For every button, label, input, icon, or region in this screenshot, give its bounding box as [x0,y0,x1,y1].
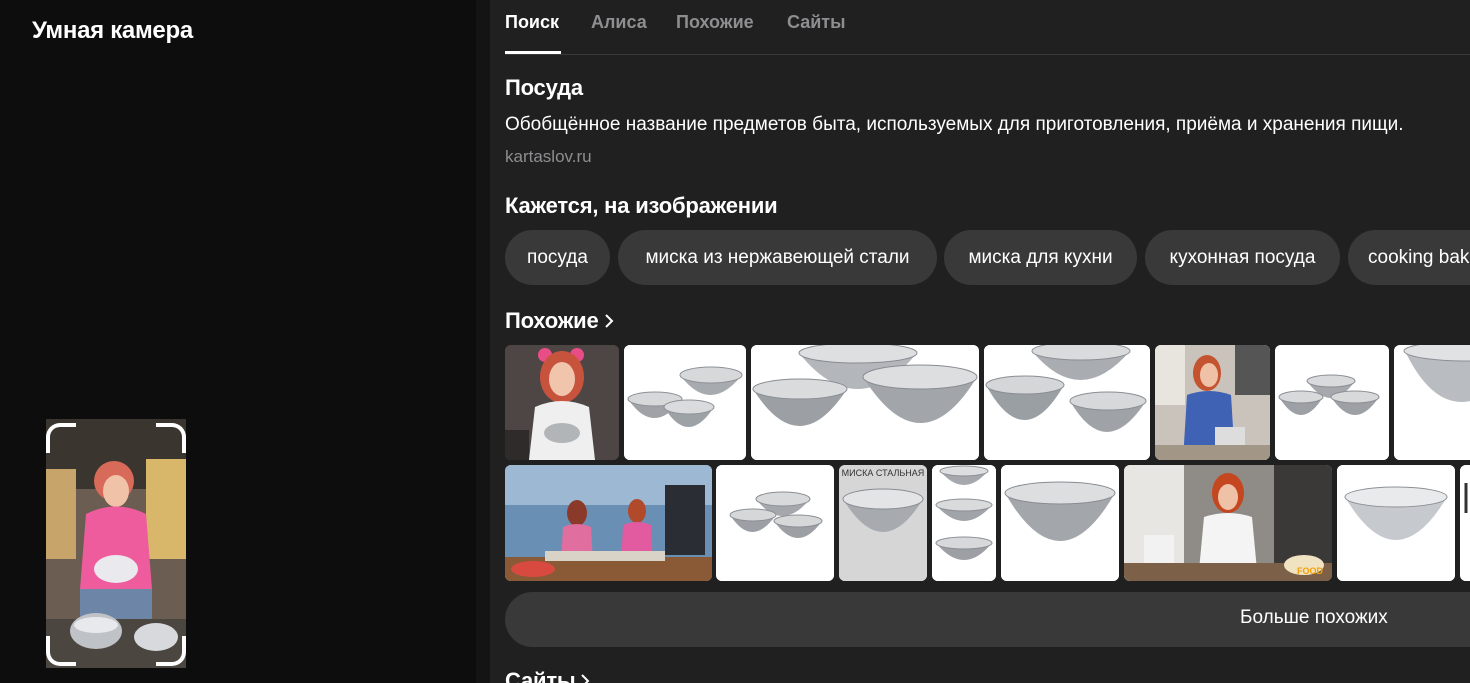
similar-image-girl-kitchen[interactable] [505,345,619,460]
similar-image-bowls-set-4[interactable] [1275,345,1389,460]
tab-alice[interactable]: Алиса [591,12,647,33]
bowl-image [839,465,927,581]
similar-image-bowls-stack[interactable] [932,465,996,581]
chip-cookware[interactable]: кухонная посуда [1145,230,1340,285]
camera-pane: Умная камера [0,0,476,683]
bowl-image [1001,465,1119,581]
similar-image-bowls-set-1[interactable] [624,345,746,460]
similar-image-bowl-steel-caption[interactable]: МИСКА СТАЛЬНАЯ [839,465,927,581]
similar-image-partial[interactable] [1460,465,1470,581]
thumb-badge: FOOD [1297,566,1323,576]
more-similar-button[interactable]: Больше похожих [505,592,1470,647]
photo-image [505,465,712,581]
tab-bar: Поиск Алиса Похожие Сайты [505,0,1470,55]
bowl-image [716,465,834,581]
definition-source-link[interactable]: kartaslov.ru [505,147,592,167]
bowl-image [1337,465,1455,581]
active-tab-indicator [505,51,561,54]
similar-title: Похожие [505,308,599,333]
sites-title: Сайты [505,668,576,683]
similar-image-single-bowl[interactable] [1001,465,1119,581]
preview-image [46,419,186,668]
definition-text: Обобщённое название предметов быта, испо… [505,114,1404,135]
similar-image-tv-kitchen-show[interactable] [505,465,712,581]
similar-image-glass-bowl[interactable] [1337,465,1455,581]
detected-title: Кажется, на изображении [505,193,778,218]
definition-title: Посуда [505,75,583,100]
bowl-image [984,345,1150,460]
photo-image [505,345,619,460]
chip-posuda[interactable]: посуда [505,230,610,285]
pane-divider [476,0,490,683]
bowl-image [1275,345,1389,460]
sites-section-link[interactable]: Сайты [505,668,590,683]
chip-stainless-bowl[interactable]: миска из нержавеющей стали [618,230,937,285]
tab-search[interactable]: Поиск [505,12,559,33]
tab-sites[interactable]: Сайты [787,12,845,33]
bowl-image [624,345,746,460]
crop-corner-bottom-right[interactable] [156,636,186,666]
photo-image [1155,345,1270,460]
similar-image-bowls-set-3[interactable] [984,345,1150,460]
camera-preview-crop[interactable] [46,419,186,668]
chevron-right-icon [581,674,590,683]
more-similar-label: Больше похожих [1240,607,1388,628]
thumb-caption: МИСКА СТАЛЬНАЯ [841,468,925,478]
similar-image-bowls-set-2[interactable] [751,345,979,460]
bowl-image [932,465,996,581]
chip-cooking-bak[interactable]: cooking bak [1348,230,1470,285]
results-panel: Поиск Алиса Похожие Сайты Посуда Обобщён… [490,0,1470,683]
similar-section-link[interactable]: Похожие [505,308,614,334]
app-title: Умная камера [32,17,193,44]
similar-image-woman-cooking[interactable]: FOOD [1124,465,1332,581]
chip-kitchen-bowl[interactable]: миска для кухни [944,230,1137,285]
crop-corner-top-left[interactable] [46,423,76,453]
photo-image [1124,465,1332,581]
bowl-image [1460,465,1470,581]
crop-corner-top-right[interactable] [156,423,186,453]
similar-image-bowls-set-5[interactable] [716,465,834,581]
tab-similar[interactable]: Похожие [676,12,754,33]
similar-image-woman-kitchen[interactable] [1155,345,1270,460]
bowl-image [1394,345,1470,460]
bowl-image [751,345,979,460]
similar-image-bowl-closeup[interactable] [1394,345,1470,460]
crop-corner-bottom-left[interactable] [46,636,76,666]
chevron-right-icon [604,314,613,328]
